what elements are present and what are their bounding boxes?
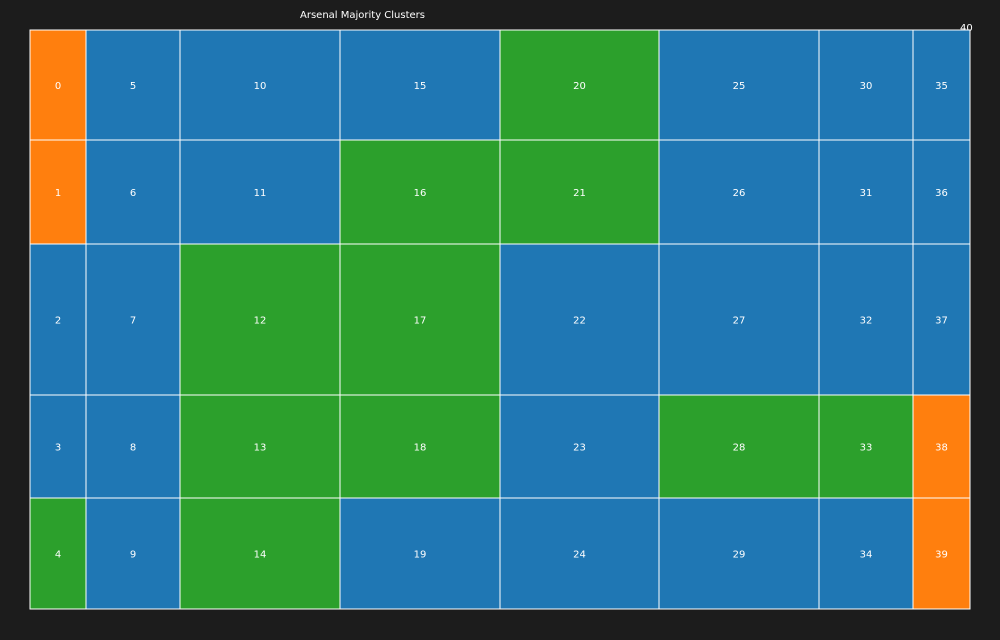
treemap-cell-label-8: 8 xyxy=(130,443,136,454)
treemap-cell-label-36: 36 xyxy=(935,188,948,199)
treemap-cell-label-31: 31 xyxy=(860,188,873,199)
treemap-cell-label-32: 32 xyxy=(860,316,873,327)
treemap-cell-label-1: 1 xyxy=(55,188,61,199)
treemap-cell-label-4: 4 xyxy=(55,550,61,561)
treemap-cell-label-39: 39 xyxy=(935,550,948,561)
treemap-cell-label-17: 17 xyxy=(414,316,427,327)
treemap-cell-label-25: 25 xyxy=(733,81,746,92)
treemap-cell-label-18: 18 xyxy=(414,443,427,454)
treemap-cell-label-34: 34 xyxy=(860,550,873,561)
treemap-cell-label-3: 3 xyxy=(55,443,61,454)
treemap-cell-label-5: 5 xyxy=(130,81,136,92)
treemap-cell-label-21: 21 xyxy=(573,188,586,199)
treemap-svg: 0123456789101112131415161718192021222324… xyxy=(29,29,971,610)
treemap-cell-label-22: 22 xyxy=(573,316,586,327)
treemap-cell-label-0: 0 xyxy=(55,81,61,92)
treemap-cell-label-15: 15 xyxy=(414,81,427,92)
treemap-cell-label-7: 7 xyxy=(130,316,136,327)
treemap-cell-label-11: 11 xyxy=(254,188,267,199)
treemap-cell-label-30: 30 xyxy=(860,81,873,92)
treemap-cell-label-12: 12 xyxy=(254,316,267,327)
treemap-cell-label-33: 33 xyxy=(860,443,873,454)
treemap-cell-label-19: 19 xyxy=(414,550,427,561)
treemap-cell-label-24: 24 xyxy=(573,550,586,561)
treemap-cell-label-9: 9 xyxy=(130,550,136,561)
treemap-cell-label-16: 16 xyxy=(414,188,427,199)
treemap-cell-label-23: 23 xyxy=(573,443,586,454)
treemap-cell-label-2: 2 xyxy=(55,316,61,327)
treemap-cell-label-14: 14 xyxy=(254,550,267,561)
treemap-cell-label-20: 20 xyxy=(573,81,586,92)
treemap-cell-label-28: 28 xyxy=(733,443,746,454)
treemap-cell-label-37: 37 xyxy=(935,316,948,327)
treemap-cell-label-6: 6 xyxy=(130,188,136,199)
treemap-cell-label-27: 27 xyxy=(733,316,746,327)
treemap-cell-label-13: 13 xyxy=(254,443,267,454)
treemap-cell-label-35: 35 xyxy=(935,81,948,92)
treemap-chart: Arsenal Majority Clusters 40 01234567891… xyxy=(0,0,1000,640)
treemap-cell-label-29: 29 xyxy=(733,550,746,561)
treemap-cell-label-26: 26 xyxy=(733,188,746,199)
treemap-cell-label-10: 10 xyxy=(254,81,267,92)
treemap-cell-label-38: 38 xyxy=(935,443,948,454)
